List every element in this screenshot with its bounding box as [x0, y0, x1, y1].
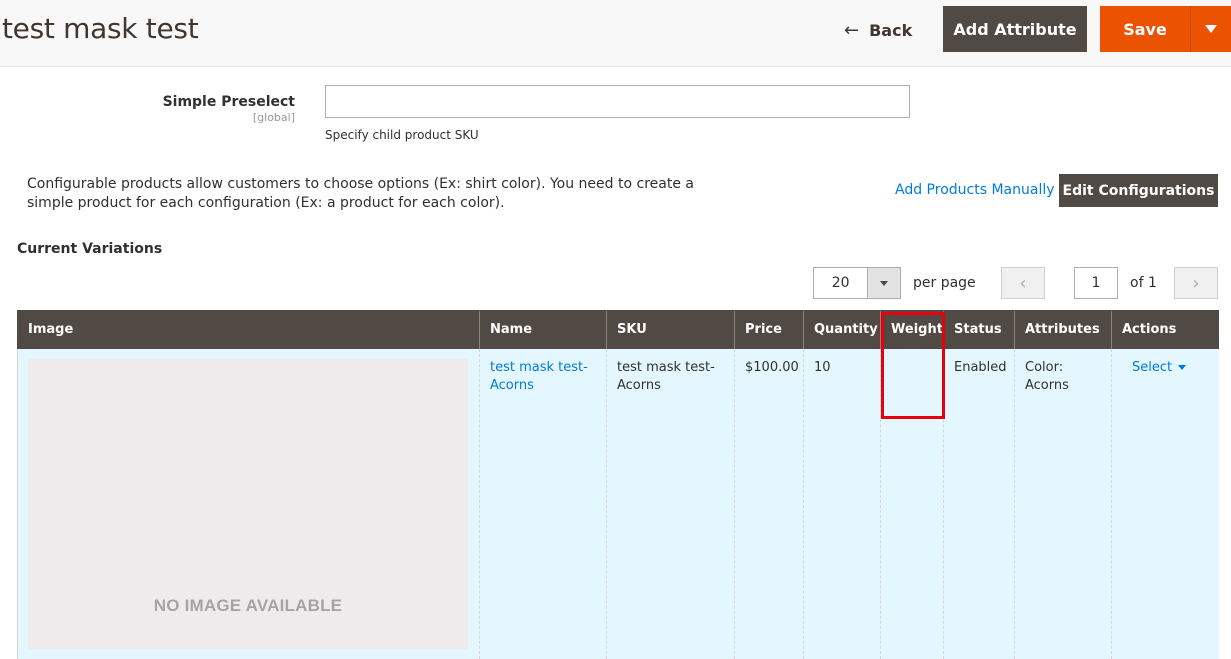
simple-preselect-label-group: Simple Preselect [global] — [163, 94, 295, 124]
column-header-attributes[interactable]: Attributes — [1014, 310, 1112, 349]
simple-preselect-note: Specify child product SKU — [325, 128, 479, 142]
edit-configurations-button[interactable]: Edit Configurations — [1059, 174, 1218, 207]
table-header-row: Image Name SKU Price Quantity Weight Sta… — [17, 310, 1219, 349]
add-products-manually-link[interactable]: Add Products Manually — [895, 182, 1055, 198]
current-variations-title: Current Variations — [17, 241, 163, 257]
simple-preselect-label: Simple Preselect — [162, 94, 295, 110]
select-action-label: Select — [1132, 359, 1173, 375]
page-number-input[interactable]: 1 — [1074, 267, 1118, 299]
no-image-placeholder[interactable]: NO IMAGE AVAILABLE — [28, 358, 468, 649]
caret-down-icon — [880, 280, 889, 286]
simple-preselect-input[interactable] — [325, 85, 910, 118]
cell-name: test mask test-Acorns — [479, 348, 607, 659]
variations-table: Image Name SKU Price Quantity Weight Sta… — [17, 310, 1219, 659]
save-button[interactable]: Save — [1100, 6, 1191, 52]
cell-quantity: 10 — [803, 348, 881, 659]
column-header-name[interactable]: Name — [479, 310, 607, 349]
caret-down-icon — [1178, 365, 1187, 370]
column-header-price[interactable]: Price — [734, 310, 804, 349]
back-button[interactable]: ← Back — [844, 16, 912, 44]
cell-price: $100.00 — [734, 348, 804, 659]
cell-attributes: Color: Acorns — [1014, 348, 1112, 659]
add-attribute-button[interactable]: Add Attribute — [943, 6, 1087, 52]
column-header-sku[interactable]: SKU — [606, 310, 735, 349]
per-page-select[interactable]: 20 — [813, 267, 901, 299]
column-header-image[interactable]: Image — [17, 310, 480, 349]
select-action-dropdown[interactable]: Select — [1122, 359, 1187, 377]
caret-down-icon — [1205, 25, 1217, 33]
column-header-status[interactable]: Status — [943, 310, 1015, 349]
arrow-left-icon: ← — [844, 19, 860, 41]
back-label: Back — [869, 20, 913, 40]
cell-image: NO IMAGE AVAILABLE — [17, 348, 480, 659]
cell-status: Enabled — [943, 348, 1015, 659]
save-split-button: Save — [1100, 6, 1231, 52]
product-name-link[interactable]: test mask test-Acorns — [490, 360, 588, 393]
per-page-value: 20 — [831, 275, 850, 291]
total-pages-label: of 1 — [1130, 275, 1157, 291]
previous-page-button[interactable]: ‹ — [1001, 267, 1045, 299]
per-page-toggle[interactable] — [867, 268, 900, 298]
per-page-label: per page — [913, 275, 976, 291]
next-page-button[interactable]: › — [1174, 267, 1218, 299]
cell-weight — [880, 348, 944, 659]
page-title: test mask test — [2, 12, 199, 45]
save-options-toggle[interactable] — [1191, 6, 1231, 52]
column-header-quantity[interactable]: Quantity — [803, 310, 881, 349]
chevron-left-icon: ‹ — [1019, 272, 1027, 294]
table-row: NO IMAGE AVAILABLE test mask test-Acorns… — [17, 348, 1219, 659]
configurable-info-text: Configurable products allow customers to… — [27, 176, 694, 211]
cell-sku: test mask test-Acorns — [606, 348, 735, 659]
cell-actions: Select — [1111, 348, 1219, 659]
column-header-weight[interactable]: Weight — [880, 310, 944, 349]
column-header-actions[interactable]: Actions — [1111, 310, 1219, 349]
page-header: test mask test ← Back Add Attribute Save — [0, 0, 1231, 67]
scope-label: [global] — [252, 111, 295, 124]
chevron-right-icon: › — [1192, 272, 1200, 294]
